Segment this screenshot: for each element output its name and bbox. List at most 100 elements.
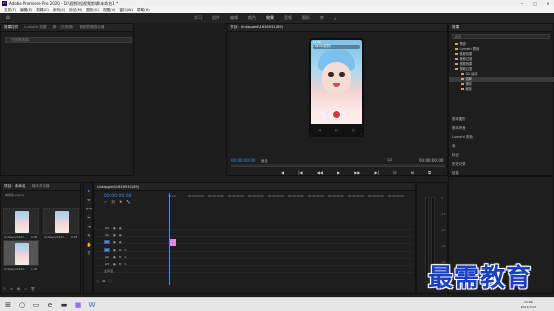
close-button[interactable]: ✕ [542, 0, 554, 7]
track-select-tool-icon[interactable]: ⇔ [86, 197, 92, 203]
file-explorer-icon[interactable]: ▬ [59, 300, 69, 310]
workspace-learn[interactable]: 学习 [194, 15, 202, 21]
list-view-icon[interactable]: ≡ [10, 287, 13, 291]
lock-icon[interactable]: ▣ [113, 262, 116, 266]
premiere-taskbar-icon[interactable]: ■ [73, 300, 83, 310]
section-markers[interactable]: 标记 [452, 152, 459, 157]
lock-icon[interactable]: ▣ [113, 248, 116, 252]
lock-icon[interactable]: ▣ [113, 240, 116, 244]
workspace-color[interactable]: 颜色 [248, 15, 256, 21]
step-back-button[interactable]: ◀◀ [317, 170, 323, 176]
section-info[interactable]: 信息 [452, 170, 459, 175]
edge-browser-icon[interactable]: e [45, 300, 55, 310]
section-essential-graphics[interactable]: 基本图形 [452, 116, 466, 121]
effects-search-input[interactable]: 搜索 [452, 34, 550, 39]
mute-button[interactable]: M [119, 248, 122, 252]
section-history[interactable]: 历史记录 [452, 161, 466, 166]
mark-in-button[interactable]: ◀ [281, 170, 284, 176]
scroll-handle[interactable]: ▬ [102, 279, 105, 283]
tab-effects[interactable]: 效果 [452, 25, 459, 30]
solo-button[interactable]: S [124, 255, 126, 259]
eye-icon[interactable]: ◉ [119, 240, 122, 244]
track-label[interactable]: V3 [104, 226, 110, 230]
tab-effect-controls[interactable]: 效果控件 [4, 25, 18, 30]
menu-clip[interactable]: 剪辑(C) [36, 8, 49, 13]
trash-icon[interactable]: 🗑 [31, 287, 35, 291]
workspace-editing[interactable]: 编辑 [230, 15, 238, 21]
workspace-audio[interactable]: 音频 [284, 15, 292, 21]
track-label[interactable]: A1 [104, 247, 110, 252]
new-item-icon[interactable]: ▫ [24, 287, 26, 291]
workspace-assembly[interactable]: 组件 [212, 15, 220, 21]
solo-button[interactable]: S [124, 262, 126, 266]
minimize-button[interactable]: ─ [516, 0, 528, 7]
lock-icon[interactable]: ▣ [113, 233, 116, 237]
tab-source[interactable]: 源：(无剪辑) [53, 25, 74, 30]
snap-icon[interactable]: ⊂ [104, 200, 107, 204]
linked-selection-icon[interactable]: ⛓ [111, 200, 115, 204]
clip-thumbnail[interactable] [3, 208, 39, 234]
ripple-edit-tool-icon[interactable]: ⟷ [86, 206, 92, 212]
pen-tool-icon[interactable]: ✎ [86, 233, 92, 239]
task-view-icon[interactable]: ▭ [31, 300, 41, 310]
word-taskbar-icon[interactable]: W [87, 300, 97, 310]
tab-audio-clip-mixer[interactable]: 音频剪辑混合器 [79, 25, 104, 30]
program-ruler[interactable] [231, 164, 445, 167]
menu-sequence[interactable]: 序列(S) [53, 8, 65, 13]
mute-button[interactable]: M [119, 255, 122, 259]
menu-edit[interactable]: 编辑(E) [20, 8, 32, 13]
zoom-select[interactable]: 适合 [261, 158, 268, 163]
home-icon[interactable]: ⌂ [6, 15, 12, 21]
system-clock[interactable]: 15:06 2021/7/12 [521, 300, 536, 309]
play-button[interactable]: ▶ [337, 170, 340, 176]
tab-program[interactable]: 节目：Untapped\1626932(89) [230, 25, 283, 30]
zoom-in-icon[interactable]: ○ [108, 279, 111, 283]
icon-view-icon[interactable]: ▦ [17, 287, 20, 291]
menu-file[interactable]: 文件(F) [4, 8, 16, 13]
mute-button[interactable]: M [119, 262, 122, 266]
clip-thumbnail[interactable] [43, 208, 79, 234]
tab-project[interactable]: 项目：未命名 [4, 184, 26, 189]
lift-button[interactable]: ⊡ [393, 170, 396, 176]
menu-window[interactable]: 窗口(W) [119, 8, 133, 13]
workspace-graphics[interactable]: 图形 [302, 15, 310, 21]
timeline-ruler[interactable]: 00:00 00:00:05:00 00:00:10:00 00:00:15:0… [168, 195, 413, 201]
lock-icon[interactable]: ▣ [113, 226, 116, 230]
tab-sequence[interactable]: Untapped\1626932(89) [97, 185, 139, 189]
tree-item[interactable]: 缩放 [449, 87, 554, 92]
step-forward-button[interactable]: ▶▶ [354, 170, 360, 176]
windows-start-icon[interactable]: ⊞ [3, 300, 13, 310]
pencil-icon[interactable]: ✎ [3, 287, 6, 291]
extract-button[interactable]: ⊞ [411, 170, 414, 176]
lock-icon[interactable]: ▣ [113, 255, 116, 259]
clip-thumbnail-selected[interactable] [3, 240, 39, 266]
solo-button[interactable]: S [124, 248, 126, 252]
add-marker-icon[interactable]: ▼ [119, 200, 122, 204]
razor-tool-icon[interactable]: ✂ [86, 215, 92, 221]
menu-help[interactable]: 帮助(H) [137, 8, 150, 13]
search-icon[interactable]: ○ [17, 300, 27, 310]
hand-tool-icon[interactable]: ✋ [86, 242, 92, 248]
track-label[interactable]: V1 [104, 239, 110, 244]
section-lumetri-color[interactable]: Lumetri 颜色 [452, 134, 473, 139]
video-clip[interactable] [169, 239, 176, 246]
wrench-icon[interactable]: 🔧 [126, 200, 130, 204]
tab-media-browser[interactable]: 媒体浏览器 [32, 184, 50, 189]
go-to-out-button[interactable]: ▶| [375, 170, 379, 176]
resolution-select[interactable]: 1/2 [387, 158, 392, 162]
eye-icon[interactable]: ◉ [119, 226, 122, 230]
slip-tool-icon[interactable]: ⇥ [86, 224, 92, 230]
menu-marker[interactable]: 标记(M) [69, 8, 82, 13]
section-libraries[interactable]: 库 [452, 143, 455, 148]
zoom-out-icon[interactable]: ○ [96, 279, 99, 283]
workspace-more-button[interactable]: » [334, 16, 336, 21]
export-frame-button[interactable]: ⧉ [428, 170, 431, 176]
program-timecode[interactable]: 00:00:00:00 [231, 158, 255, 163]
menu-view[interactable]: 视图(V) [103, 8, 115, 13]
go-to-in-button[interactable]: |◀ [298, 170, 302, 176]
maximize-button[interactable]: □ [529, 0, 541, 7]
track-label[interactable]: A3 [104, 262, 110, 266]
tab-lumetri-scopes[interactable]: Lumetri 范围 [24, 25, 46, 30]
track-label[interactable]: V2 [104, 233, 110, 237]
type-tool-icon[interactable]: T [86, 251, 92, 257]
